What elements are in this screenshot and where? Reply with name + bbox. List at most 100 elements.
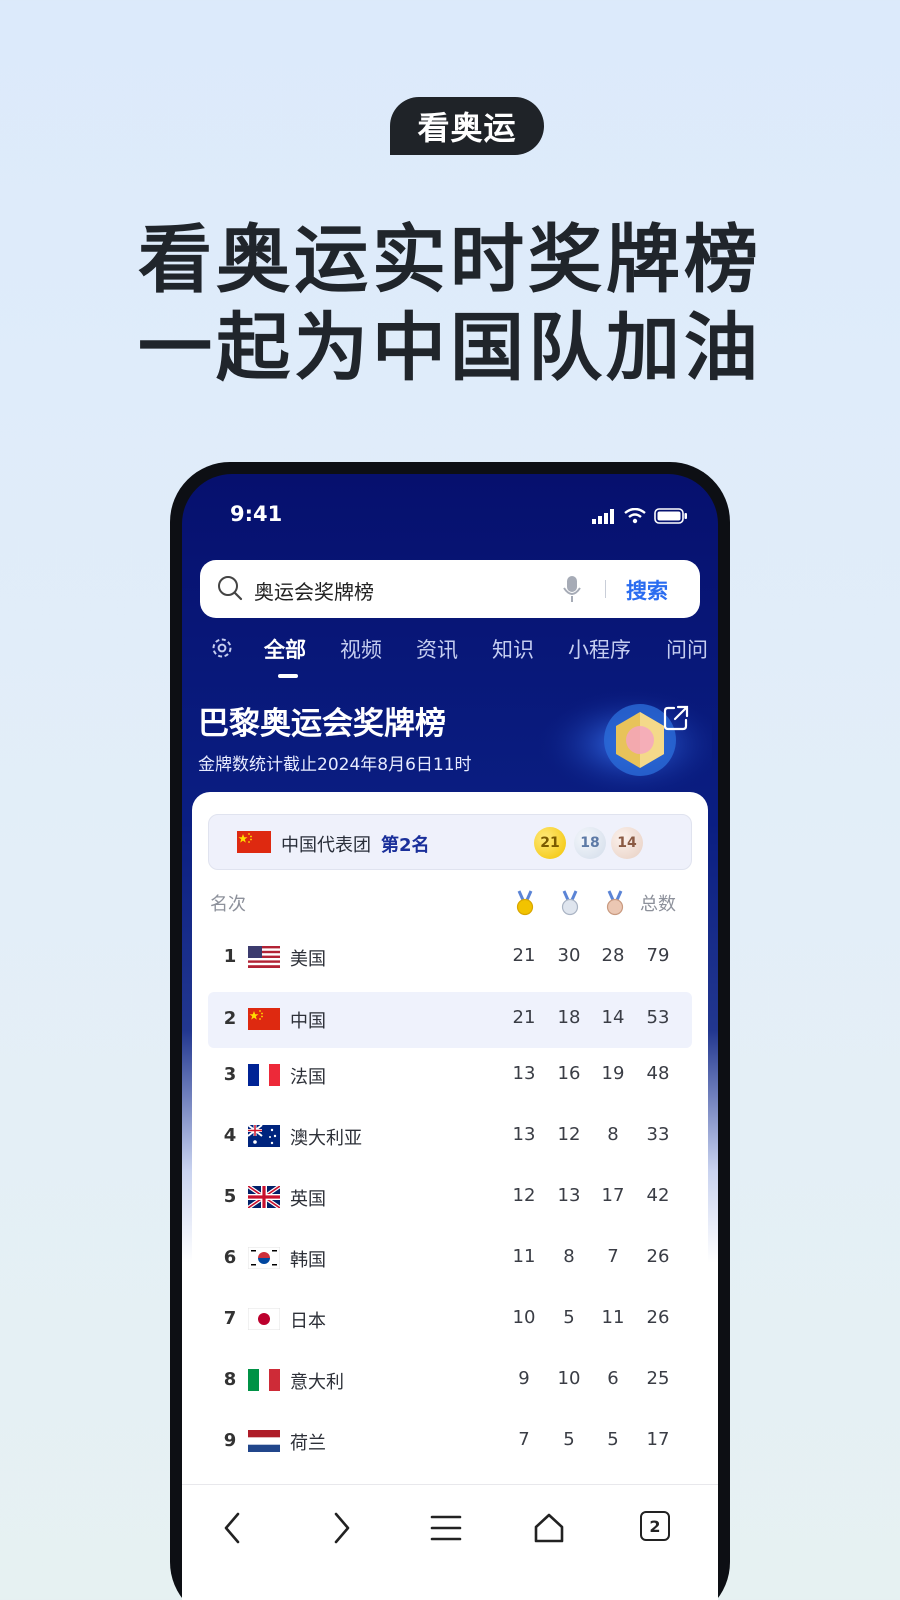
share-icon[interactable] (662, 704, 690, 732)
row-rank: 2 (223, 1008, 237, 1029)
promo-pill: 看奥运 (390, 97, 544, 155)
row-country: 美国 (290, 949, 326, 970)
search-bar[interactable]: 奥运会奖牌榜 搜索 (200, 560, 700, 618)
table-header: 名次 总数 (192, 890, 708, 920)
row-rank: 7 (223, 1308, 237, 1329)
promo-headline-2: 一起为中国队加油 (138, 305, 762, 391)
gold-medal-icon (516, 890, 534, 916)
row-country: 法国 (290, 1067, 326, 1088)
row-bronze: 17 (601, 1185, 625, 1206)
row-silver: 12 (557, 1124, 581, 1145)
bottom-nav-bar: 2 (182, 1484, 718, 1600)
tabs-count-button[interactable]: 2 (640, 1511, 670, 1541)
search-icon (218, 576, 243, 601)
table-row[interactable]: 3 法国 13 16 19 48 (208, 1048, 692, 1104)
row-total: 48 (646, 1063, 670, 1084)
row-gold: 9 (518, 1368, 530, 1389)
bronze-medal-icon (606, 890, 624, 916)
phone-screen: 9:41 奥运会奖牌榜 搜索 全部 视频 资讯 知识 小程序 问问 巴黎奥运会奖… (182, 474, 718, 1600)
row-country: 意大利 (290, 1372, 344, 1393)
row-country: 英国 (290, 1189, 326, 1210)
row-silver: 8 (563, 1246, 575, 1267)
banner-team-name: 中国代表团 (281, 835, 371, 856)
active-tab-indicator (278, 674, 298, 678)
tab-news[interactable]: 资讯 (416, 634, 458, 664)
header-total: 总数 (640, 894, 676, 915)
tab-all[interactable]: 全部 (264, 634, 306, 664)
row-silver: 5 (563, 1429, 575, 1450)
tab-mini-program[interactable]: 小程序 (568, 634, 631, 664)
row-gold: 21 (512, 1007, 536, 1028)
row-rank: 6 (223, 1247, 237, 1268)
home-icon[interactable] (532, 1511, 566, 1545)
row-rank: 9 (223, 1430, 237, 1451)
banner-gold-count: 21 (534, 827, 566, 859)
row-total: 53 (646, 1007, 670, 1028)
row-total: 25 (646, 1368, 670, 1389)
signal-icon (592, 509, 614, 524)
status-time: 9:41 (230, 502, 283, 526)
back-icon[interactable] (220, 1511, 246, 1545)
tab-knowledge[interactable]: 知识 (492, 634, 534, 664)
battery-icon (654, 508, 687, 524)
row-gold: 12 (512, 1185, 536, 1206)
row-total: 42 (646, 1185, 670, 1206)
banner-bronze-count: 14 (611, 827, 643, 859)
row-gold: 7 (518, 1429, 530, 1450)
gb-flag-icon (248, 1186, 280, 1208)
table-row[interactable]: 5 英国 12 13 17 42 (208, 1170, 692, 1226)
row-rank: 4 (223, 1125, 237, 1146)
row-rank: 3 (223, 1064, 237, 1085)
row-silver: 5 (563, 1307, 575, 1328)
row-country: 澳大利亚 (290, 1128, 362, 1149)
search-input[interactable]: 奥运会奖牌榜 (254, 576, 374, 605)
medal-decoration-graphic (537, 689, 712, 794)
row-total: 79 (646, 945, 670, 966)
tab-ask[interactable]: 问问 (666, 634, 708, 664)
row-silver: 10 (557, 1368, 581, 1389)
table-row[interactable]: 4 澳大利亚 13 12 8 33 (208, 1109, 692, 1165)
table-row[interactable]: 8 意大利 9 10 6 25 (208, 1353, 692, 1409)
row-total: 33 (646, 1124, 670, 1145)
it-flag-icon (248, 1369, 280, 1391)
row-bronze: 14 (601, 1007, 625, 1028)
table-row-highlighted[interactable]: 2 中国 21 18 14 53 (208, 992, 692, 1048)
table-row[interactable]: 1 美国 21 30 28 79 (208, 930, 692, 986)
silver-medal-icon (561, 890, 579, 916)
search-divider (605, 580, 606, 598)
row-rank: 1 (223, 946, 237, 967)
table-row[interactable]: 9 荷兰 7 5 5 17 (208, 1414, 692, 1470)
search-button[interactable]: 搜索 (626, 575, 668, 605)
status-bar: 9:41 (182, 502, 718, 536)
row-country: 荷兰 (290, 1433, 326, 1454)
row-silver: 13 (557, 1185, 581, 1206)
row-gold: 13 (512, 1063, 536, 1084)
table-row[interactable]: 7 日本 10 5 11 26 (208, 1292, 692, 1348)
banner-team-rank: 第2名 (381, 835, 430, 856)
medal-table-title: 巴黎奥运会奖牌榜 (198, 706, 446, 742)
row-country: 日本 (290, 1311, 326, 1332)
settings-icon[interactable] (210, 636, 234, 660)
cn-flag-icon (248, 1008, 280, 1030)
row-bronze: 6 (607, 1368, 619, 1389)
row-silver: 30 (557, 945, 581, 966)
microphone-icon[interactable] (562, 574, 582, 604)
header-rank: 名次 (210, 894, 246, 915)
row-rank: 5 (223, 1186, 237, 1207)
row-country: 韩国 (290, 1250, 326, 1271)
china-team-banner[interactable]: 中国代表团 第2名 21 18 14 (208, 814, 692, 870)
menu-icon[interactable] (430, 1511, 462, 1545)
row-country: 中国 (290, 1011, 326, 1032)
forward-icon[interactable] (328, 1511, 354, 1545)
tab-video[interactable]: 视频 (340, 634, 382, 664)
wifi-icon (624, 508, 646, 524)
phone-frame: 9:41 奥运会奖牌榜 搜索 全部 视频 资讯 知识 小程序 问问 巴黎奥运会奖… (170, 462, 730, 1600)
cn-flag-icon (237, 831, 271, 853)
row-rank: 8 (223, 1369, 237, 1390)
row-bronze: 5 (607, 1429, 619, 1450)
jp-flag-icon (248, 1308, 280, 1330)
row-total: 17 (646, 1429, 670, 1450)
table-row[interactable]: 6 韩国 11 8 7 26 (208, 1231, 692, 1287)
row-gold: 11 (512, 1246, 536, 1267)
banner-silver-count: 18 (574, 827, 606, 859)
